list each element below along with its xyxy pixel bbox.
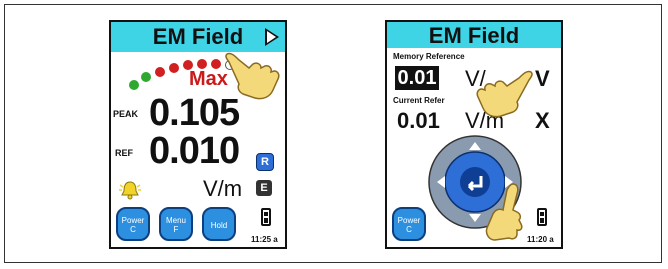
e-button[interactable]: E xyxy=(256,180,272,196)
ref-label: REF xyxy=(115,148,133,158)
current-reference-letter[interactable]: X xyxy=(535,108,550,134)
unit-label: V/m xyxy=(203,176,243,201)
clock: 11:25 a xyxy=(251,235,278,244)
clock: 11:20 a xyxy=(527,235,554,244)
pointing-hand-icon xyxy=(485,183,523,241)
current-reference-value: 0.01 xyxy=(397,108,440,133)
title-bar: EM Field xyxy=(111,22,285,52)
power-button-key: C xyxy=(130,225,136,234)
screen-title: EM Field xyxy=(152,24,244,49)
title-bar: EM Field xyxy=(387,22,561,48)
power-button-label: Power xyxy=(121,216,145,225)
power-button[interactable]: Power C xyxy=(116,207,150,241)
menu-button-key: F xyxy=(173,225,179,234)
battery-icon xyxy=(261,208,271,226)
signal-dot xyxy=(169,63,179,73)
memory-reference-field[interactable]: 0.01 xyxy=(395,66,439,90)
menu-button-label: Menu xyxy=(165,216,186,225)
battery-icon xyxy=(537,208,547,226)
signal-dot xyxy=(155,67,165,77)
power-button-label: Power xyxy=(397,216,421,225)
hold-button-label: Hold xyxy=(210,221,228,230)
alarm-icon xyxy=(119,181,141,200)
memory-reference-label: Memory Reference xyxy=(393,52,465,61)
power-button-key: C xyxy=(406,225,412,234)
signal-dot xyxy=(141,72,151,82)
menu-button[interactable]: Menu F xyxy=(159,207,193,241)
power-button[interactable]: Power C xyxy=(392,207,426,241)
pointing-hand-icon xyxy=(476,70,533,118)
next-arrow-icon[interactable] xyxy=(265,28,279,46)
device-screen-memory-reference: EM Field Memory Reference 0.01 V/ V Curr… xyxy=(385,20,563,249)
device-screen-em-field: EM Field Max PEAK 0.105 REF 0.010 R V/m … xyxy=(109,20,287,249)
current-reference-label: Current Refer xyxy=(393,96,445,105)
screen-title: EM Field xyxy=(428,23,520,48)
pointing-hand-icon xyxy=(225,52,280,100)
signal-dot xyxy=(129,80,139,90)
peak-label: PEAK xyxy=(113,109,139,119)
r-button[interactable]: R xyxy=(256,153,274,171)
figure-frame xyxy=(4,4,662,263)
ref-value: 0.010 xyxy=(149,130,240,172)
memory-reference-letter[interactable]: V xyxy=(535,66,550,92)
hold-button[interactable]: Hold xyxy=(202,207,236,241)
